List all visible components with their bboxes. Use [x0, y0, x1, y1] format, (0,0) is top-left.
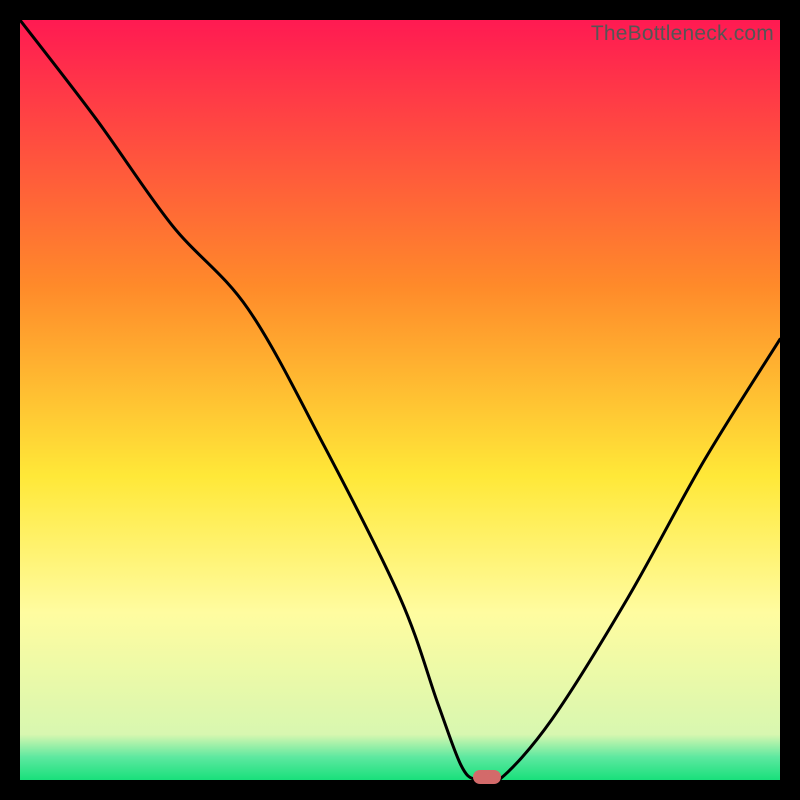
- plot-area: TheBottleneck.com: [20, 20, 780, 780]
- chart-frame: TheBottleneck.com: [0, 0, 800, 800]
- optimal-marker: [473, 770, 501, 784]
- bottleneck-curve: [20, 20, 780, 780]
- credit-text: TheBottleneck.com: [591, 22, 774, 46]
